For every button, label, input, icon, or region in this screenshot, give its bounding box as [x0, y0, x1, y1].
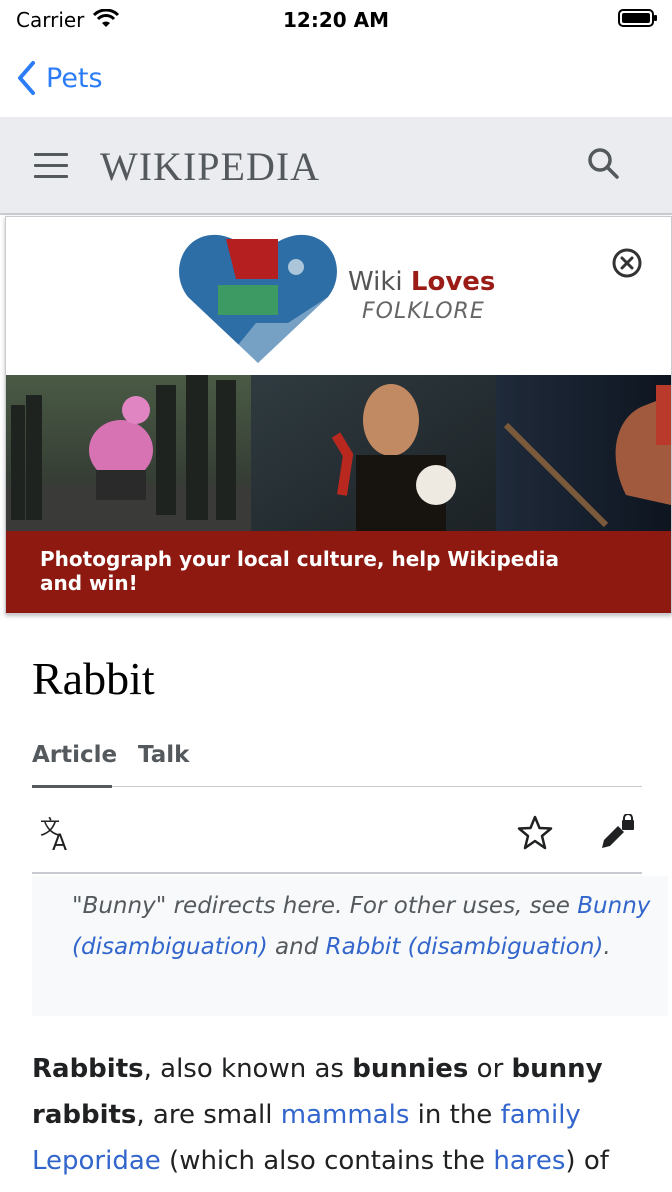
status-bar: Carrier 12:20 AM: [0, 0, 672, 40]
language-icon[interactable]: 文 A: [38, 814, 78, 854]
tab-talk[interactable]: Talk: [138, 742, 189, 768]
back-button[interactable]: Pets: [16, 58, 103, 98]
link-mammals[interactable]: mammals: [281, 1100, 410, 1130]
wikipedia-wordmark[interactable]: WIKIPEDIA: [100, 143, 320, 190]
tab-article[interactable]: Article: [32, 742, 117, 768]
link-family[interactable]: family: [501, 1100, 581, 1130]
wikipedia-header: WIKIPEDIA: [0, 117, 672, 215]
link-hares[interactable]: hares: [493, 1146, 565, 1176]
page-title: Rabbit: [32, 653, 155, 704]
logo-text: Wiki Loves: [348, 267, 496, 297]
search-icon[interactable]: [586, 146, 620, 180]
back-label: Pets: [46, 62, 103, 94]
navigation-bar: Pets: [0, 40, 672, 116]
banner-message: Photograph your local culture, help Wiki…: [40, 547, 560, 595]
lead-paragraph: Rabbits, also known as bunnies or bunny …: [32, 1054, 609, 1176]
puzzle-heart-logo: [179, 234, 337, 363]
article-tabs: Article Talk: [32, 740, 642, 788]
active-tab-indicator: [32, 785, 112, 788]
banner-message-bar[interactable]: Photograph your local culture, help Wiki…: [6, 531, 671, 613]
logo-subtitle: FOLKLORE: [362, 299, 485, 324]
clock: 12:20 AM: [282, 8, 389, 32]
chevron-left-icon: [18, 61, 35, 95]
star-icon[interactable]: [516, 814, 554, 852]
battery-icon: [618, 9, 657, 27]
link-leporidae[interactable]: Leporidae: [32, 1146, 161, 1176]
close-icon[interactable]: [611, 247, 643, 279]
link-rabbit-disambiguation[interactable]: Rabbit (disambiguation): [326, 934, 604, 960]
banner-photos: [6, 375, 671, 533]
campaign-banner[interactable]: Wiki Loves FOLKLORE Photograph your loca…: [5, 216, 672, 614]
svg-text:A: A: [52, 831, 67, 854]
page-actions-toolbar: 文 A: [32, 810, 642, 874]
hatnote: "Bunny" redirects here. For other uses, …: [32, 876, 668, 1016]
menu-icon[interactable]: [34, 153, 68, 179]
edit-locked-icon[interactable]: [598, 814, 638, 854]
